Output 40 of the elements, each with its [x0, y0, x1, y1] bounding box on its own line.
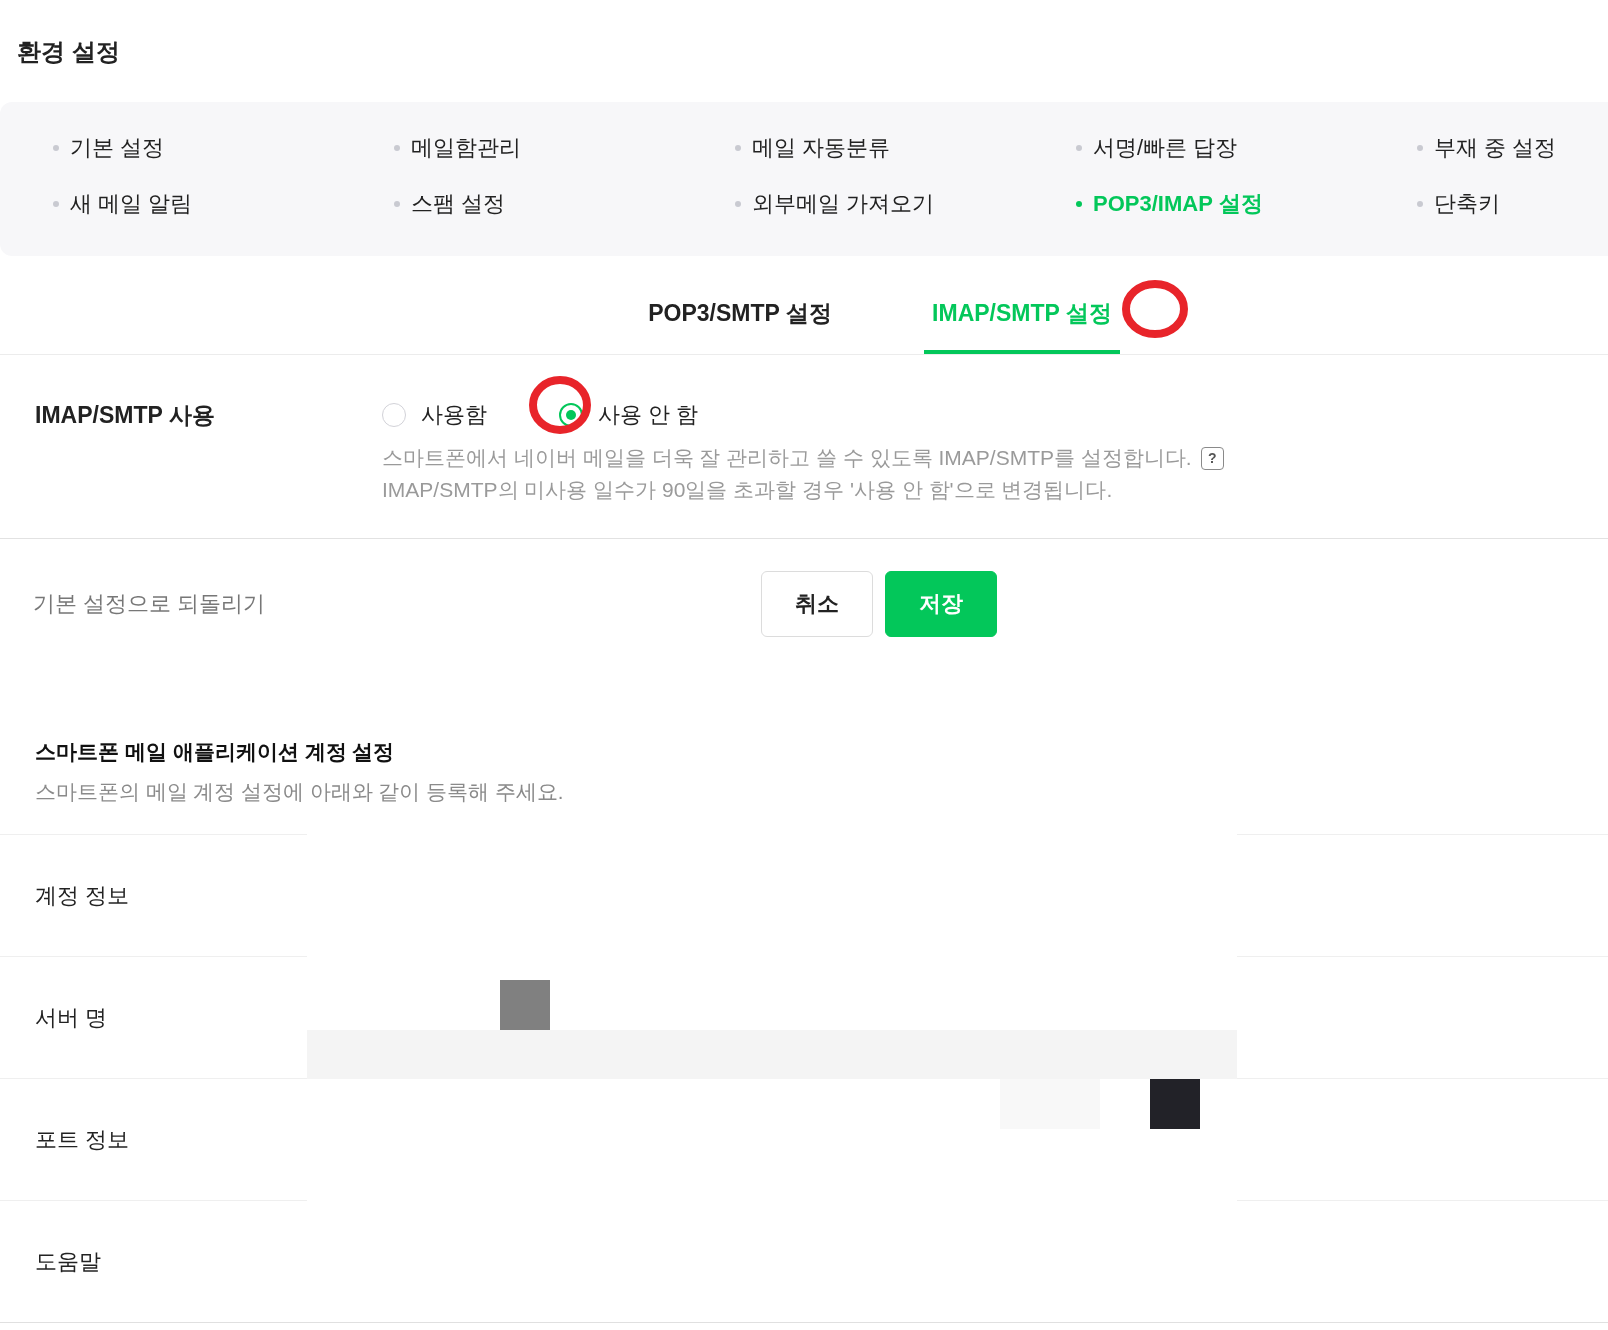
- bullet-icon: [1417, 201, 1423, 207]
- row-label: 계정 정보: [35, 881, 130, 910]
- settings-menu-link[interactable]: 새 메일 알림: [53, 189, 193, 219]
- field-label: IMAP/SMTP 사용: [35, 401, 215, 430]
- settings-menu-link[interactable]: 기본 설정: [53, 133, 165, 163]
- cancel-button[interactable]: 취소: [761, 571, 873, 637]
- square-block: [500, 980, 550, 1030]
- description-text: 스마트폰에서 네이버 메일을 더욱 잘 관리하고 쓸 수 있도록 IMAP/SMTP를 설정합니다.: [382, 445, 1192, 471]
- section-title: 스마트폰 메일 애플리케이션 계정 설정: [35, 739, 395, 765]
- settings-menu-link[interactable]: 부재 중 설정: [1417, 133, 1557, 163]
- bullet-icon: [1417, 145, 1423, 151]
- annotation-circle-icon: [529, 376, 591, 434]
- settings-menu-link[interactable]: 메일 자동분류: [735, 133, 891, 163]
- row-label: 도움말: [35, 1247, 101, 1276]
- radio-option[interactable]: 사용함: [382, 400, 487, 430]
- row-label: 포트 정보: [35, 1125, 130, 1154]
- settings-menu-link[interactable]: 외부메일 가져오기: [735, 189, 935, 219]
- radio-button[interactable]: [382, 403, 406, 427]
- radio-option[interactable]: 사용 안 함: [559, 400, 699, 430]
- bullet-icon: [1076, 145, 1082, 151]
- reset-link[interactable]: 기본 설정으로 되돌리기: [33, 589, 265, 619]
- section-subtitle: 스마트폰의 메일 계정 설정에 아래와 같이 등록해 주세요.: [35, 779, 564, 805]
- description-text: IMAP/SMTP의 미사용 일수가 90일을 초과할 경우 '사용 안 함'으로 변경됩니다.: [382, 477, 1113, 503]
- settings-menu-link[interactable]: 단축키: [1417, 189, 1500, 219]
- bullet-icon: [53, 201, 59, 207]
- bullet-icon: [394, 145, 400, 151]
- bullet-icon: [1076, 201, 1082, 207]
- settings-menu-link[interactable]: 메일함관리: [394, 133, 521, 163]
- page-title: 환경 설정: [17, 37, 120, 67]
- row-label: 서버 명: [35, 1003, 108, 1032]
- bullet-icon: [735, 201, 741, 207]
- bullet-icon: [735, 145, 741, 151]
- settings-menu-link[interactable]: 스팸 설정: [394, 189, 506, 219]
- bullet-icon: [53, 145, 59, 151]
- annotation-circle-icon: [1122, 280, 1188, 338]
- tab[interactable]: POP3/SMTP 설정: [642, 276, 838, 354]
- help-button[interactable]: ?: [1200, 446, 1224, 470]
- filled-square: [1150, 1079, 1200, 1129]
- bullet-icon: [394, 201, 400, 207]
- settings-menu-link[interactable]: 서명/빠른 답장: [1076, 133, 1238, 163]
